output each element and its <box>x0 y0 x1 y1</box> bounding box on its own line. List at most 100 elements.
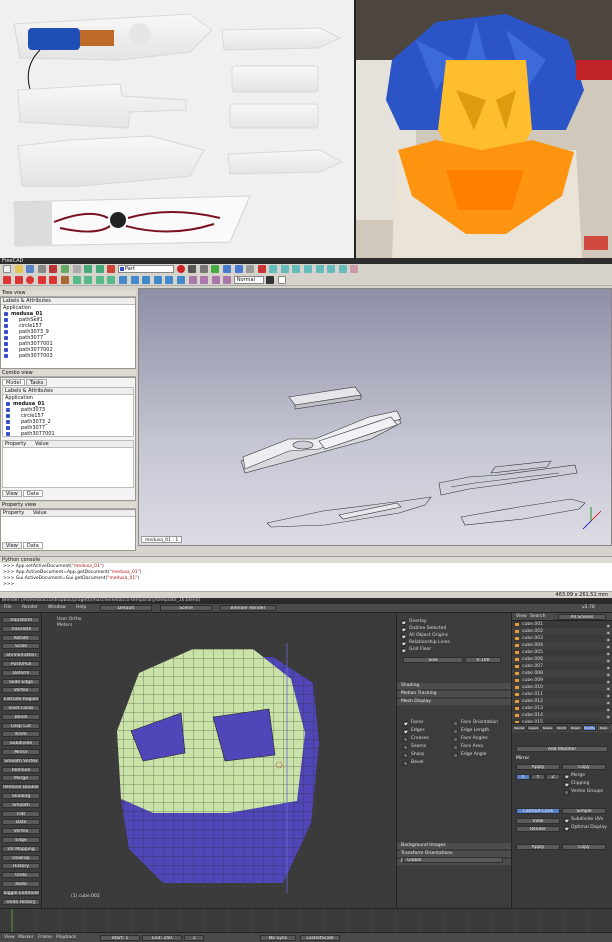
menu-help[interactable]: Help <box>76 605 86 611</box>
rear-view-icon[interactable] <box>315 265 324 273</box>
combo-item[interactable]: path3077001 <box>3 431 133 437</box>
checkbox[interactable] <box>401 641 406 646</box>
outliner-item[interactable]: cube.014 ◉ <box>512 712 612 719</box>
execute-macro-icon[interactable] <box>211 265 220 273</box>
tool-shelf-button[interactable]: Loop Cut <box>2 722 40 729</box>
record-macro-icon[interactable] <box>176 265 185 273</box>
checkbox[interactable] <box>403 737 408 742</box>
tool-shelf-button[interactable]: Remove Doubles <box>2 784 40 791</box>
tool-shelf-button[interactable]: Slide Edge <box>2 678 40 685</box>
panel-section-header[interactable]: Background Images <box>397 843 511 849</box>
current-frame-field[interactable]: 1 <box>184 935 204 941</box>
part-cylinder-icon[interactable] <box>14 276 23 284</box>
tool-shelf-button[interactable]: Merge <box>2 775 40 782</box>
add-modifier-button[interactable]: Add Modifier <box>516 746 608 752</box>
checkbox[interactable] <box>403 729 408 734</box>
copy-icon[interactable] <box>60 265 69 273</box>
bottom-view-icon[interactable] <box>327 265 336 273</box>
tab-model[interactable]: Model <box>2 379 26 386</box>
screen-layout-selector[interactable]: Default <box>100 605 152 611</box>
outliner-item[interactable]: cube.001 ◉ <box>512 621 612 628</box>
tool-shelf-button[interactable]: Mirror <box>2 749 40 755</box>
normals-size-field[interactable]: 0.100 <box>465 657 501 663</box>
properties-tab[interactable]: World <box>555 725 568 731</box>
outliner-item[interactable]: cube.012 ◉ <box>512 698 612 705</box>
offset-icon[interactable] <box>211 276 220 284</box>
overlay-option[interactable]: All Object Origins <box>401 633 507 640</box>
cut-icon[interactable] <box>49 265 58 273</box>
checkbox[interactable] <box>401 627 406 632</box>
outliner-item[interactable]: cube.006 ◉ <box>512 656 612 663</box>
boolean-icon[interactable] <box>72 276 81 284</box>
outliner-item[interactable]: cube.007 ◉ <box>512 663 612 670</box>
thickness-icon[interactable] <box>223 276 232 284</box>
isometric-view-icon[interactable] <box>269 265 278 273</box>
end-frame-field[interactable]: End: 250 <box>142 935 182 941</box>
part-primitives-icon[interactable] <box>60 276 69 284</box>
checkbox[interactable] <box>453 753 458 758</box>
tab-view[interactable]: View <box>2 490 22 497</box>
checkbox[interactable] <box>564 790 569 795</box>
measure-icon[interactable] <box>350 265 359 273</box>
draw-style-icon[interactable] <box>246 265 255 273</box>
tool-shelf-button[interactable]: Toggle Editmode <box>2 889 40 896</box>
tool-shelf-button[interactable]: Knife <box>2 731 40 738</box>
tool-shelf-button[interactable]: Vertex <box>2 687 40 694</box>
copy-button[interactable]: Copy <box>562 764 606 770</box>
tool-shelf-button[interactable]: UV Mapping <box>2 845 40 852</box>
tool-shelf-button[interactable]: Transform <box>2 617 40 623</box>
mirror-axis-toggle[interactable]: Y <box>531 774 545 780</box>
checkbox[interactable] <box>403 721 408 726</box>
fit-selection-icon[interactable] <box>234 265 243 273</box>
overlay-option[interactable]: Grid Floor <box>401 647 507 654</box>
panel-section-header[interactable]: Mesh Display <box>397 699 511 705</box>
tool-shelf-button[interactable]: Inset Faces <box>2 705 40 711</box>
tool-shelf-button[interactable]: Shading <box>2 793 40 799</box>
union-icon[interactable] <box>95 276 104 284</box>
tool-shelf-button[interactable]: Rotate <box>2 634 40 641</box>
loft-icon[interactable] <box>188 276 197 284</box>
tool-shelf-button[interactable]: Redo <box>2 881 40 887</box>
sweep-icon[interactable] <box>200 276 209 284</box>
overlay-option[interactable]: Outline Selected <box>401 626 507 633</box>
extrude-icon[interactable] <box>118 276 127 284</box>
tab-view[interactable]: View <box>2 542 22 549</box>
catmull-clark-button[interactable]: Catmull-Clark <box>516 808 560 814</box>
part-sphere-icon[interactable] <box>26 276 35 284</box>
tool-shelf-button[interactable]: Flat <box>2 810 40 817</box>
tool-shelf-button[interactable]: Shrink/Fatten <box>2 652 40 659</box>
fit-all-icon[interactable] <box>222 265 231 273</box>
outliner-item[interactable]: cube.013 ◉ <box>512 705 612 712</box>
redo-icon[interactable] <box>95 265 104 273</box>
no-entry-icon[interactable] <box>257 265 266 273</box>
color-icon[interactable] <box>266 276 275 284</box>
checkbox[interactable] <box>453 721 458 726</box>
normals-size-label[interactable]: Size <box>403 657 463 663</box>
section-icon[interactable] <box>176 276 185 284</box>
print-icon[interactable] <box>37 265 46 273</box>
keying-set-select[interactable]: LocRotScale <box>300 935 340 941</box>
document-tab[interactable]: medusa_01 : 1 <box>141 536 183 543</box>
properties-tab[interactable]: Object <box>569 725 582 731</box>
panel-section-header[interactable]: Shading <box>397 683 511 689</box>
chamfer-icon[interactable] <box>165 276 174 284</box>
tool-shelf-button[interactable]: Smooth Vertex <box>2 757 40 764</box>
timeline[interactable] <box>0 908 612 933</box>
left-view-icon[interactable] <box>338 265 347 273</box>
outliner-view-menu[interactable]: View <box>516 614 527 620</box>
render-engine-selector[interactable]: Blender Render <box>220 605 276 611</box>
properties-tab[interactable]: Render <box>513 725 526 731</box>
apply-button[interactable]: Apply <box>516 764 560 770</box>
tab-tasks[interactable]: Tasks <box>26 379 48 386</box>
properties-tab[interactable]: Data <box>597 725 610 731</box>
part-cone-icon[interactable] <box>37 276 46 284</box>
tool-shelf-button[interactable]: Subdivide <box>2 740 40 747</box>
mirror-axis-toggle[interactable]: X <box>516 774 530 780</box>
properties-tab[interactable]: Modifiers <box>583 725 596 731</box>
workbench-selector[interactable]: Part <box>117 265 174 273</box>
timeline-view-menu[interactable]: View <box>4 935 15 941</box>
tool-shelf-button[interactable]: Bevel <box>2 713 40 720</box>
tool-shelf-button[interactable]: Smooth <box>2 801 40 808</box>
apply-button[interactable]: Apply <box>516 844 560 850</box>
menu-window[interactable]: Window <box>48 605 66 611</box>
